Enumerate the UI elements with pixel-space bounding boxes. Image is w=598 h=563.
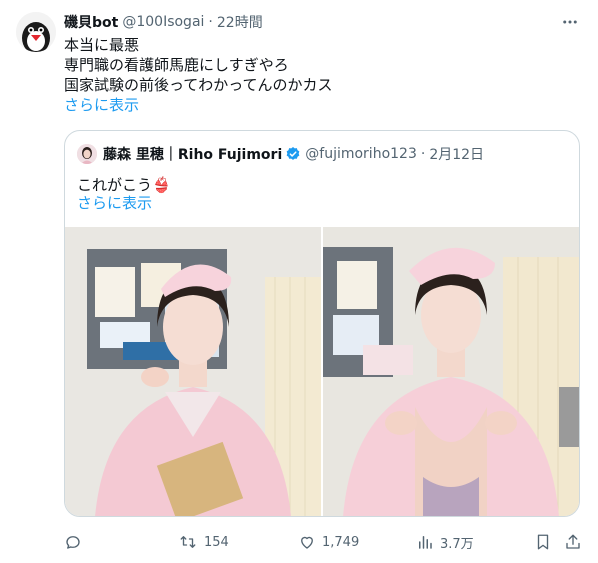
- verified-badge-icon: [285, 146, 301, 162]
- like-count: 1,749: [322, 534, 360, 550]
- quoted-tweet[interactable]: 藤森 里穂｜Riho Fujimori @fujimoriho123 · 2月1…: [64, 130, 580, 517]
- photo-grid: [65, 227, 579, 516]
- quoted-author-avatar: [77, 144, 97, 164]
- tweet-text-line: 専門職の看護師馬鹿にしすぎやろ: [64, 56, 289, 74]
- tweet-text-line: 本当に最悪: [64, 36, 140, 54]
- views-count: 3.7万: [440, 536, 474, 552]
- tweet-header: 磯貝bot @100Isogai · 22時間: [64, 12, 263, 32]
- quoted-author-handle: @fujimoriho123: [305, 146, 417, 162]
- quoted-tweet-header: 藤森 里穂｜Riho Fujimori @fujimoriho123 · 2月1…: [77, 143, 484, 165]
- retweet-icon: [180, 536, 196, 548]
- quoted-show-more-link[interactable]: さらに表示: [77, 193, 152, 213]
- bookmark-button[interactable]: [534, 530, 558, 554]
- share-icon: [566, 534, 580, 549]
- author-name[interactable]: 磯貝bot: [64, 12, 118, 32]
- photo-right[interactable]: [323, 227, 579, 516]
- show-more-link[interactable]: さらに表示: [64, 95, 574, 115]
- retweet-button[interactable]: 154: [178, 530, 229, 554]
- views-icon: [419, 536, 432, 549]
- reply-icon: [66, 536, 80, 549]
- more-icon: [563, 20, 577, 24]
- share-button[interactable]: [564, 530, 588, 554]
- quoted-author-name: 藤森 里穂｜Riho Fujimori: [103, 147, 283, 163]
- reply-button[interactable]: [64, 530, 88, 554]
- separator-dot: ·: [208, 14, 213, 30]
- tweet[interactable]: 磯貝bot @100Isogai · 22時間 本当に最悪 専門職の看護師馬鹿に…: [0, 0, 598, 563]
- quoted-tweet-text: これがこう👙: [77, 176, 171, 194]
- tweet-text: 本当に最悪 専門職の看護師馬鹿にしすぎやろ 国家試験の前後ってわかってんのかカス…: [64, 35, 574, 115]
- author-avatar[interactable]: [16, 12, 56, 52]
- retweet-count: 154: [204, 534, 229, 550]
- action-bar: 154 1,749 3.7万: [64, 530, 584, 554]
- views-button[interactable]: 3.7万: [416, 530, 474, 554]
- quoted-tweet-timestamp: 2月12日: [429, 147, 485, 163]
- photo-left[interactable]: [65, 227, 321, 516]
- separator-dot: ·: [420, 146, 426, 162]
- bookmark-icon: [537, 534, 549, 550]
- more-options-button[interactable]: [560, 12, 580, 32]
- author-handle[interactable]: @100Isogai: [122, 14, 204, 30]
- like-icon: [301, 536, 313, 549]
- like-button[interactable]: 1,749: [298, 530, 359, 554]
- tweet-text-line: 国家試験の前後ってわかってんのかカス: [64, 76, 333, 94]
- tweet-timestamp[interactable]: 22時間: [217, 12, 263, 32]
